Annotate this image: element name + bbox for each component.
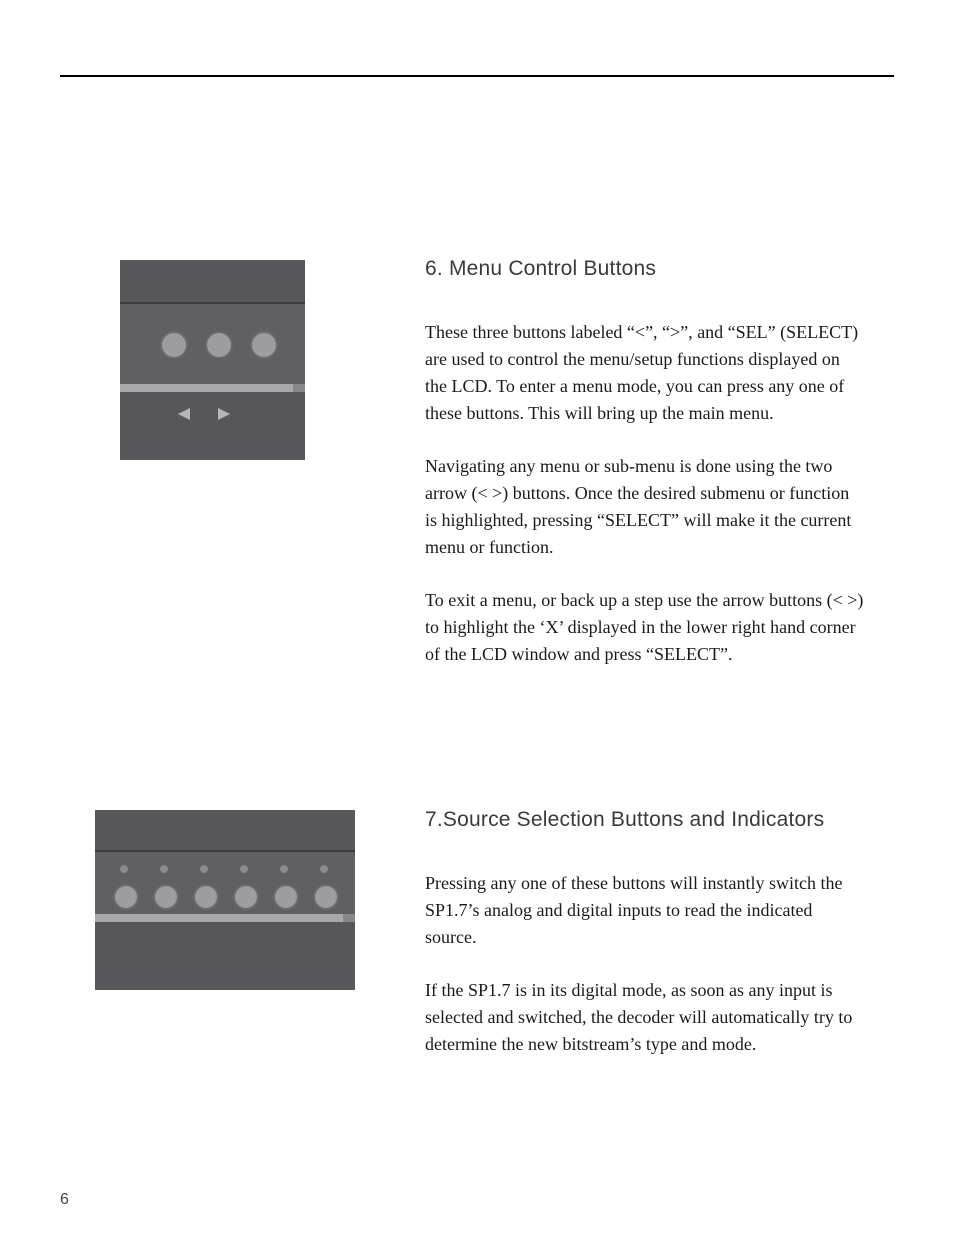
panel-light-strip — [95, 914, 355, 922]
section-7-heading: 7.Source Selection Buttons and Indicator… — [425, 808, 865, 832]
strip-notch — [293, 384, 305, 392]
indicator-led-icon — [240, 865, 248, 873]
source-button-icon — [113, 884, 139, 910]
header-divider — [60, 75, 894, 77]
panel-top-band — [95, 810, 355, 850]
source-button-icon — [233, 884, 259, 910]
indicator-led-icon — [280, 865, 288, 873]
figure-menu-control-buttons — [120, 260, 305, 460]
indicator-led-icon — [200, 865, 208, 873]
section-6-paragraph-3: To exit a menu, or back up a step use th… — [425, 587, 865, 668]
indicator-led-icon — [320, 865, 328, 873]
section-6-text: 6. Menu Control Buttons These three butt… — [425, 257, 865, 694]
section-7-text: 7.Source Selection Buttons and Indicator… — [425, 808, 865, 1084]
strip-notch — [343, 914, 355, 922]
page-number: 6 — [60, 1191, 70, 1209]
indicator-led-icon — [120, 865, 128, 873]
panel-lower-band — [95, 922, 355, 990]
menu-button-select-icon — [250, 331, 278, 359]
section-6-paragraph-2: Navigating any menu or sub-menu is done … — [425, 453, 865, 561]
section-7-paragraph-1: Pressing any one of these buttons will i… — [425, 870, 865, 951]
manual-page: 6. Menu Control Buttons These three butt… — [0, 0, 954, 1235]
arrow-left-icon — [178, 408, 190, 420]
section-6-paragraph-1: These three buttons labeled “<”, “>”, an… — [425, 319, 865, 427]
section-6-heading: 6. Menu Control Buttons — [425, 257, 865, 281]
panel-light-strip — [120, 384, 305, 392]
source-button-icon — [313, 884, 339, 910]
panel-top-band — [120, 260, 305, 302]
menu-button-right-icon — [205, 331, 233, 359]
section-7-paragraph-2: If the SP1.7 is in its digital mode, as … — [425, 977, 865, 1058]
figure-source-selection-buttons — [95, 810, 355, 990]
arrow-right-icon — [218, 408, 230, 420]
panel-lower-band — [120, 392, 305, 460]
indicator-led-icon — [160, 865, 168, 873]
source-button-icon — [153, 884, 179, 910]
menu-button-left-icon — [160, 331, 188, 359]
source-button-icon — [193, 884, 219, 910]
source-button-icon — [273, 884, 299, 910]
